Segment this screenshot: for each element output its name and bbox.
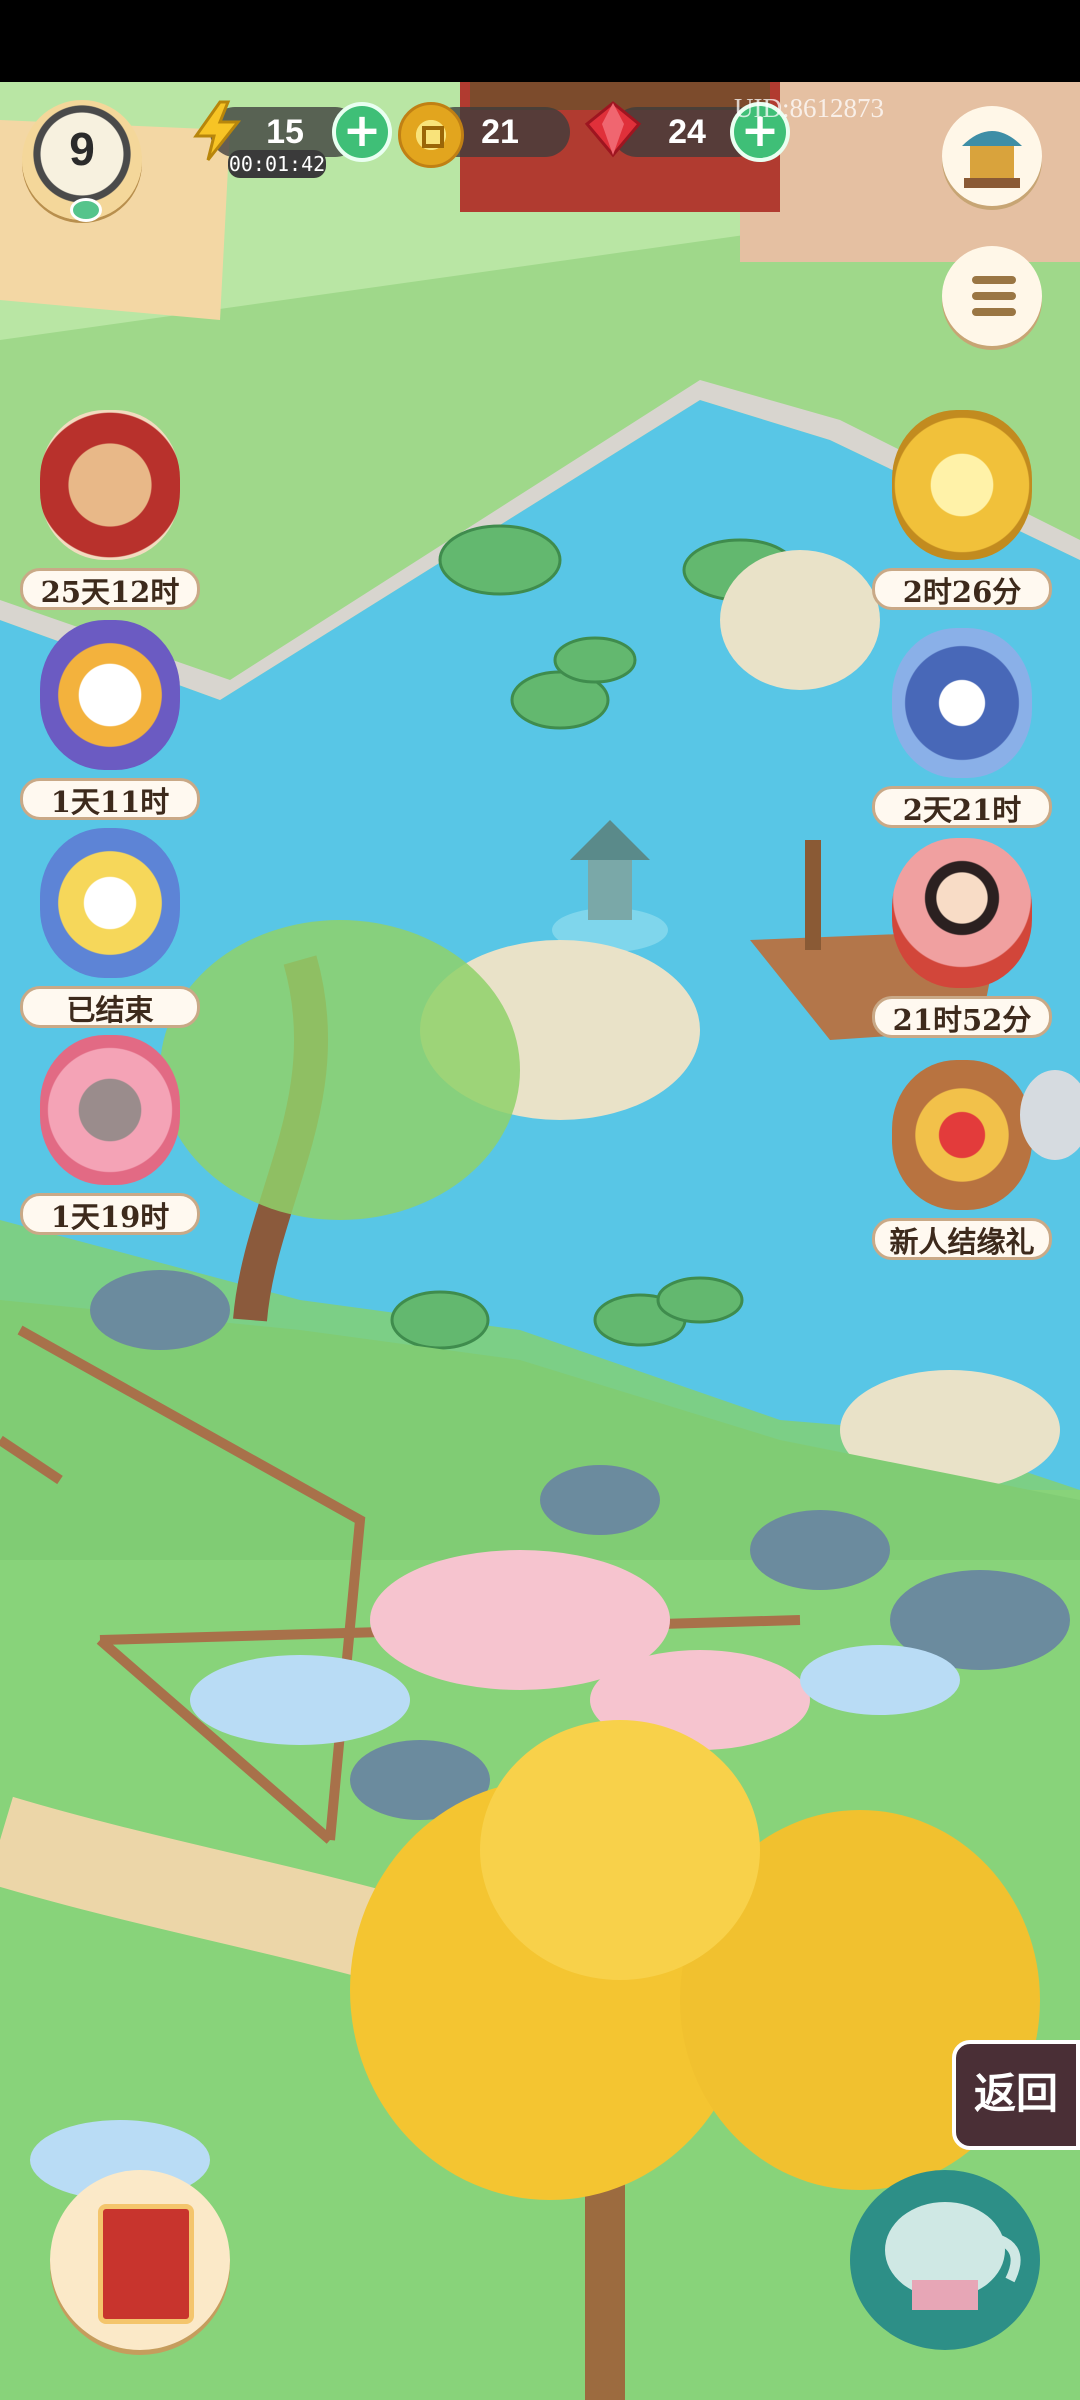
player-level-badge[interactable]: 9: [22, 100, 142, 222]
event-lady-portrait[interactable]: 21时52分: [872, 838, 1052, 1038]
event-timer: 21时52分: [872, 996, 1052, 1038]
moon-rabbit-icon: [40, 828, 180, 978]
event-timer: 1天11时: [20, 778, 200, 820]
event-timer: 2时26分: [872, 568, 1052, 610]
event-status: 已结束: [20, 986, 200, 1028]
scroll-box-icon: [40, 410, 180, 560]
coin-icon: [398, 102, 464, 168]
event-rabbit-lantern[interactable]: 1天11时: [20, 620, 200, 820]
event-rabbit-chest[interactable]: 2天21时: [872, 628, 1052, 828]
event-timer: 1天19时: [20, 1193, 200, 1235]
event-moon-rabbit[interactable]: 已结束: [20, 828, 200, 1028]
level-gem-icon: [70, 198, 102, 222]
book-button[interactable]: [50, 2170, 230, 2350]
event-scroll-box[interactable]: 25天12时: [20, 410, 200, 610]
shop-button[interactable]: [942, 106, 1042, 206]
user-id: UID:8612873: [734, 93, 884, 123]
mouse-gift-icon: [40, 1035, 180, 1185]
gift-chest-icon: [892, 1060, 1032, 1210]
event-golden-chest[interactable]: 2时26分: [872, 410, 1052, 610]
status-bar: [0, 0, 1080, 82]
back-button[interactable]: 返回: [952, 2040, 1080, 2150]
energy-timer: 00:01:42: [228, 150, 326, 178]
event-name: 新人结缘礼: [872, 1218, 1052, 1260]
book-icon: [98, 2204, 194, 2324]
menu-button[interactable]: [942, 246, 1042, 346]
event-mouse-gift[interactable]: 1天19时: [20, 1035, 200, 1235]
event-timer: 25天12时: [20, 568, 200, 610]
ruby-icon: [584, 101, 642, 158]
rabbit-chest-icon: [892, 628, 1032, 778]
teapot-icon: [885, 2202, 1021, 2310]
add-energy-button[interactable]: +: [332, 102, 392, 162]
rabbit-lantern-icon: [40, 620, 180, 770]
teapot-button[interactable]: [850, 2170, 1040, 2350]
golden-chest-icon: [892, 410, 1032, 560]
player-level: 9: [69, 123, 95, 175]
shop-icon: [962, 131, 1022, 188]
event-timer: 2天21时: [872, 786, 1052, 828]
lady-portrait-icon: [892, 838, 1032, 988]
